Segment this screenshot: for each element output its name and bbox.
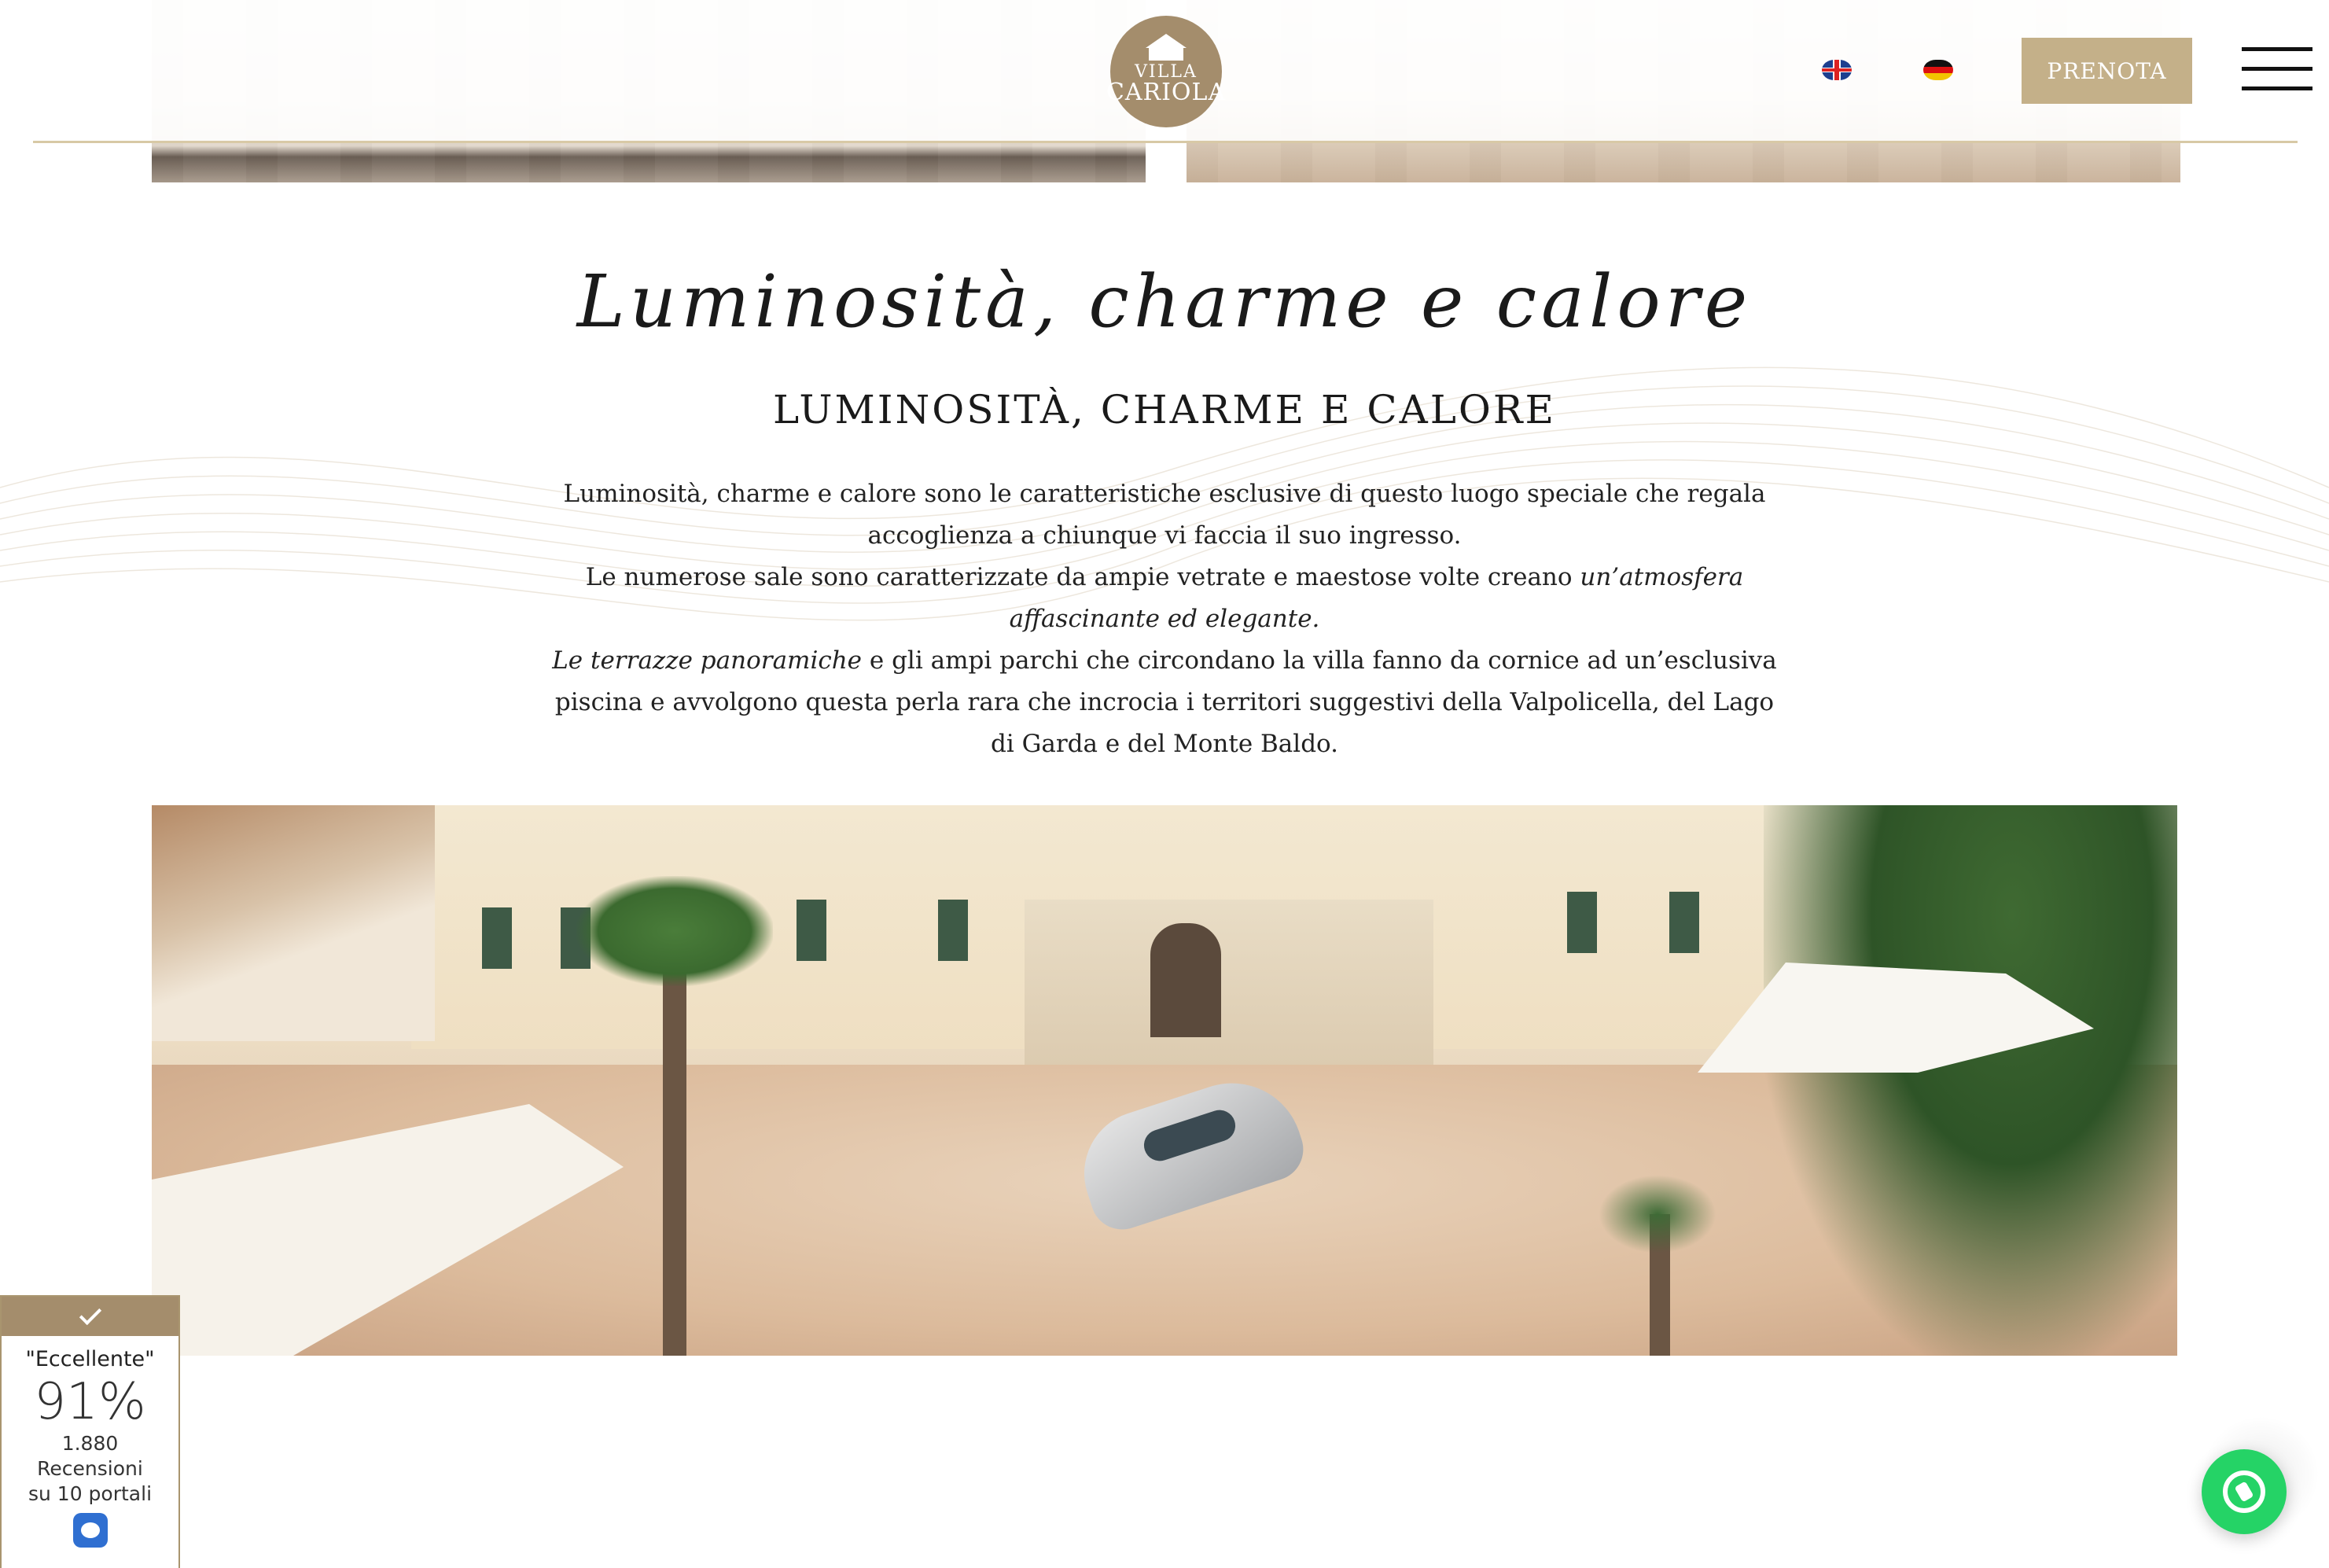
review-score: 91% [34,1373,146,1431]
logo-text-cariola: CARIOLA [1106,79,1227,106]
review-count: 1.880 [61,1432,119,1455]
germany-flag-icon[interactable] [1923,60,1953,80]
whatsapp-icon [2223,1470,2265,1513]
review-badge[interactable]: "Eccellente" 91% 1.880 Recensioni su 10 … [0,1295,180,1568]
review-text-portals: su 10 portali [28,1482,153,1505]
section-title: LUMINOSITÀ, CHARME E CALORE [772,387,1557,432]
review-check-bar [2,1297,178,1336]
hamburger-menu-icon[interactable] [2242,47,2312,91]
review-chat-icon [72,1513,108,1548]
paragraph-3-emphasis: Le terrazze panoramiche [552,646,863,675]
review-label: "Eccellente" [25,1347,155,1371]
villa-cariola-logo[interactable]: VILLA CARIOLA [1106,16,1225,127]
script-heading: Luminosità, charme e calore [576,259,1753,344]
uk-flag-icon[interactable] [1822,60,1852,80]
header-divider [33,141,2298,143]
review-text-reviews: Recensioni [37,1457,143,1480]
book-button[interactable]: PRENOTA [2022,38,2192,104]
paragraph-2-text: Le numerose sale sono caratterizzate da … [585,563,1580,591]
logo-house-icon [1141,34,1191,61]
villa-photo [152,805,2177,1356]
whatsapp-button[interactable] [2202,1449,2287,1534]
site-header: VILLA CARIOLA PRENOTA [0,0,2329,142]
section-description: Luminosità, charme e calore sono le cara… [550,473,1779,765]
paragraph-1: Luminosità, charme e calore sono le cara… [563,480,1766,550]
check-icon [79,1302,101,1326]
